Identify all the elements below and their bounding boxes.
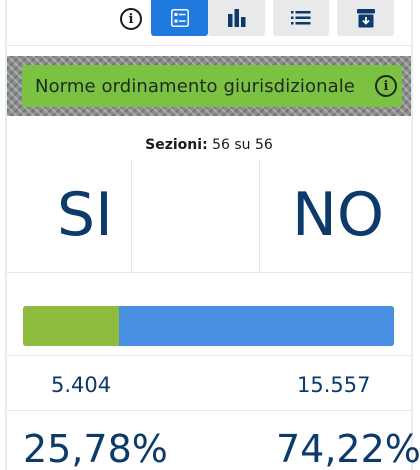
- bar-chart-icon: [227, 9, 245, 27]
- toolbar: i: [0, 0, 420, 45]
- list-detail-view-button[interactable]: [151, 0, 208, 36]
- info-glyph: i: [383, 78, 389, 94]
- referendum-info-icon[interactable]: i: [375, 75, 397, 97]
- referendum-title-box: Norme ordinamento giurisdizionale i: [22, 65, 402, 107]
- sections-label: Sezioni:: [145, 137, 208, 153]
- info-glyph: i: [128, 11, 134, 27]
- no-votes: 15.557: [297, 373, 371, 397]
- divider-after-bar: [7, 355, 411, 356]
- yes-label: SI: [57, 180, 113, 250]
- column-divider-left: [131, 160, 132, 272]
- list-detail-icon: [170, 9, 189, 27]
- divider-after-votes: [7, 410, 411, 411]
- yes-votes: 5.404: [51, 373, 112, 397]
- result-bar-no: [118, 306, 394, 346]
- bulleted-list-view-button[interactable]: [273, 0, 329, 36]
- referendum-banner: Norme ordinamento giurisdizionale i: [7, 56, 411, 116]
- frame-border-right: [411, 0, 413, 470]
- divider-after-labels: [7, 272, 411, 273]
- archive-download-icon: [356, 8, 375, 27]
- yes-percent: 25,78%: [23, 427, 168, 470]
- bulleted-list-icon: [291, 11, 311, 25]
- info-icon[interactable]: i: [120, 8, 142, 30]
- sections-count: Sezioni: 56 su 56: [7, 137, 411, 153]
- result-bar-yes: [23, 306, 119, 346]
- archive-download-button[interactable]: [337, 0, 394, 36]
- sections-value: 56 su 56: [212, 137, 273, 153]
- no-label: NO: [292, 180, 385, 250]
- column-divider-right: [259, 160, 260, 272]
- bar-chart-view-button[interactable]: [208, 0, 265, 36]
- toolbar-divider: [7, 45, 411, 46]
- no-percent: 74,22%: [276, 427, 420, 470]
- referendum-title: Norme ordinamento giurisdizionale: [35, 75, 355, 97]
- result-bar: [23, 306, 394, 346]
